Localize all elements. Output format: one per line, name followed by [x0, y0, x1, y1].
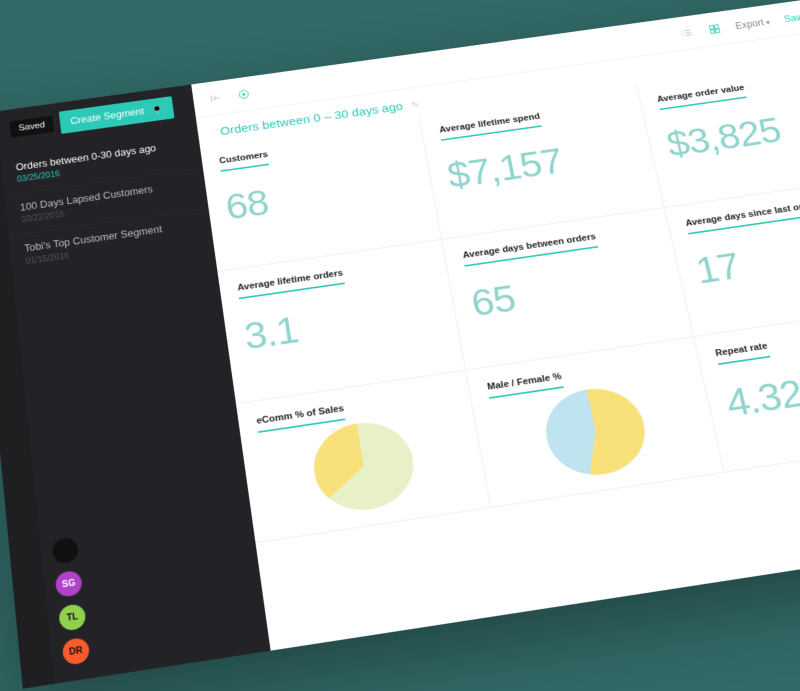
metric-grid: Customers 68 Average lifetime spend $7,1…	[200, 55, 800, 651]
saved-label: Saved	[783, 10, 800, 24]
metric-value: 17	[692, 223, 800, 292]
lightbulb-icon	[150, 103, 163, 115]
metric-value: 68	[223, 161, 417, 229]
saved-indicator[interactable]: Saved ★	[782, 7, 800, 25]
pie-chart	[308, 416, 420, 516]
saved-pill: Saved	[9, 116, 54, 138]
target-icon[interactable]	[236, 87, 251, 101]
grid-view-icon[interactable]	[706, 22, 722, 35]
collaborator-avatars: DR TL SG	[51, 537, 90, 666]
segment-list: Orders between 0-30 days ago 03/25/2016 …	[0, 126, 214, 281]
pie-chart	[539, 382, 653, 481]
metric-value: $3,825	[663, 99, 800, 165]
create-segment-button[interactable]: Create Segment	[59, 96, 174, 134]
metric-label: Average days since last order	[685, 200, 800, 234]
metric-label: Average days between orders	[462, 232, 598, 267]
main-panel: Export Saved ★ Orders between 0 – 30 day…	[191, 0, 800, 651]
metric-value: 4.32%	[722, 353, 800, 426]
app-window: Saved Create Segment Orders between 0-30…	[0, 0, 800, 689]
list-view-icon[interactable]	[679, 26, 695, 39]
metric-label: eComm % of Sales	[256, 404, 346, 433]
metric-value: $7,157	[444, 130, 638, 197]
metric-value: 65	[468, 255, 666, 325]
avatar[interactable]: TL	[58, 603, 87, 632]
export-dropdown[interactable]: Export	[734, 16, 770, 31]
edit-title-icon[interactable]: ✎	[410, 99, 420, 110]
metric-label: Customers	[219, 150, 270, 172]
metric-label: Repeat rate	[714, 341, 770, 365]
metric-label: Average lifetime orders	[237, 268, 345, 299]
metric-label: Average lifetime spend	[439, 112, 542, 141]
metric-value: 3.1	[241, 287, 440, 358]
avatar[interactable]: DR	[62, 637, 91, 666]
avatar[interactable]: SG	[55, 570, 83, 598]
create-segment-label: Create Segment	[70, 106, 145, 127]
avatar[interactable]	[51, 537, 79, 565]
metric-label: Average order value	[656, 83, 747, 110]
collapse-sidebar-icon[interactable]	[208, 91, 223, 105]
metric-label: Male / Female %	[487, 372, 564, 399]
